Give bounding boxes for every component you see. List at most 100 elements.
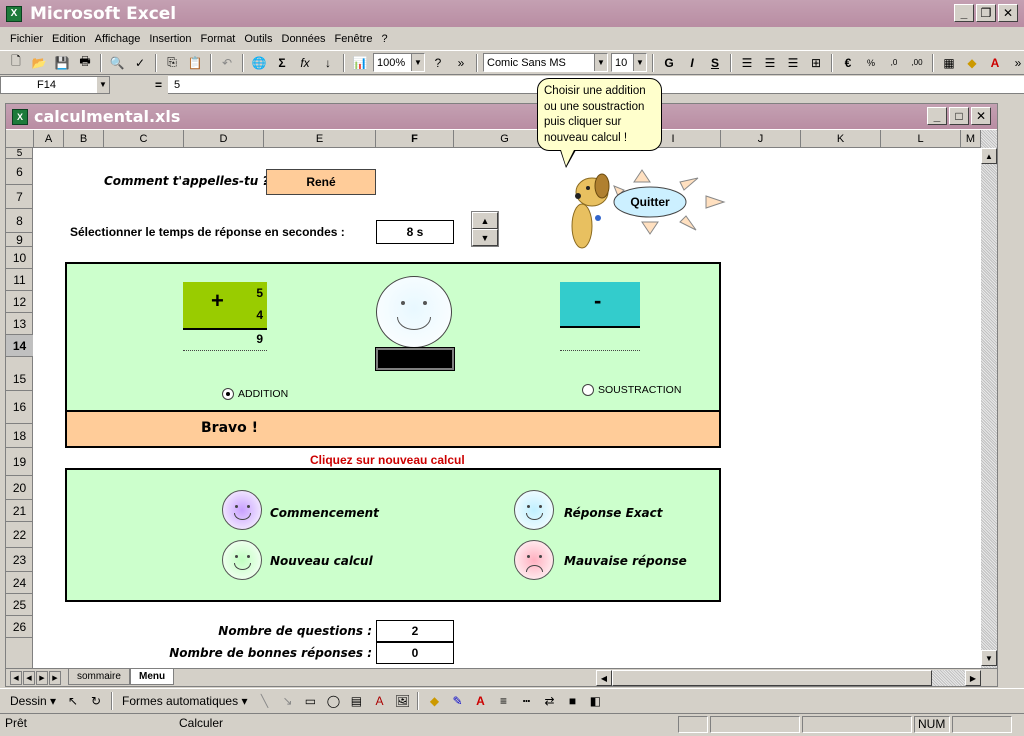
col-header-a[interactable]: A: [34, 130, 64, 148]
spin-up-icon[interactable]: ▲: [472, 212, 498, 229]
paste-icon[interactable]: 📋: [185, 53, 205, 73]
3d-icon[interactable]: ◧: [585, 691, 605, 711]
col-header-l[interactable]: L: [881, 130, 961, 148]
tab-sommaire[interactable]: sommaire: [68, 669, 130, 685]
row-header-15[interactable]: 15: [6, 357, 33, 391]
row-header-25[interactable]: 25: [6, 594, 33, 616]
sort-icon[interactable]: ↓: [318, 53, 338, 73]
row-header-12[interactable]: 12: [6, 291, 33, 313]
row-header-10[interactable]: 10: [6, 247, 33, 269]
wb-close-button[interactable]: ✕: [971, 107, 991, 125]
scroll-thumb[interactable]: [612, 670, 932, 686]
time-value-cell[interactable]: 8 s: [376, 220, 454, 244]
time-spinner[interactable]: ▲ ▼: [471, 211, 499, 247]
row-header-13[interactable]: 13: [6, 313, 33, 335]
vertical-scrollbar[interactable]: ▲ ▼: [981, 130, 997, 670]
select-all-corner[interactable]: [6, 130, 34, 148]
autosum-icon[interactable]: Σ: [272, 53, 292, 73]
menu-donnees[interactable]: Données: [282, 33, 326, 45]
minimize-button[interactable]: _: [954, 4, 974, 22]
row-header-16[interactable]: 16: [6, 391, 33, 424]
row-header-11[interactable]: 11: [6, 269, 33, 291]
sheet-grid[interactable]: Comment t'appelles-tu ? René Sélectionne…: [34, 148, 980, 668]
row-header-7[interactable]: 7: [6, 185, 33, 209]
row-header-5[interactable]: 5: [6, 148, 33, 159]
col-header-k[interactable]: K: [801, 130, 881, 148]
fill-icon[interactable]: ◆: [424, 691, 444, 711]
row-header-8[interactable]: 8: [6, 209, 33, 233]
merge-icon[interactable]: ⊞: [806, 53, 826, 73]
menu-outils[interactable]: Outils: [244, 33, 272, 45]
row-header-9[interactable]: 9: [6, 233, 33, 247]
name-box[interactable]: F14 ▼: [0, 75, 110, 94]
quit-label[interactable]: Quitter: [630, 195, 670, 209]
open-icon[interactable]: 📂: [29, 53, 49, 73]
autoshapes-menu[interactable]: Formes automatiques ▾: [118, 691, 251, 711]
spin-down-icon[interactable]: ▼: [472, 229, 498, 246]
arrow-style-icon[interactable]: ⇄: [539, 691, 559, 711]
first-sheet-icon[interactable]: ◀: [10, 671, 22, 685]
row-header-26[interactable]: 26: [6, 616, 33, 638]
help-icon[interactable]: ?: [428, 53, 448, 73]
font-size-select[interactable]: 10 ▼: [611, 53, 647, 72]
chart-icon[interactable]: 📊: [350, 53, 370, 73]
scroll-up-icon[interactable]: ▲: [981, 148, 997, 164]
name-value-cell[interactable]: René: [266, 169, 376, 195]
menu-fenetre[interactable]: Fenêtre: [335, 33, 373, 45]
hyperlink-icon[interactable]: 🌐: [249, 53, 269, 73]
col-header-e[interactable]: E: [264, 130, 376, 148]
oval-icon[interactable]: ◯: [323, 691, 343, 711]
col-header-c[interactable]: C: [104, 130, 184, 148]
font-select[interactable]: Comic Sans MS ▼: [483, 53, 608, 72]
scroll-down-icon[interactable]: ▼: [981, 650, 997, 666]
function-icon[interactable]: fx: [295, 53, 315, 73]
font-color-icon[interactable]: A: [985, 53, 1005, 73]
percent-icon[interactable]: %: [861, 53, 881, 73]
copy-icon[interactable]: ⎘: [162, 53, 182, 73]
radio-subtraction[interactable]: [582, 384, 594, 396]
line-style-icon[interactable]: ≡: [493, 691, 513, 711]
row-header-14[interactable]: 14: [6, 335, 33, 357]
align-center-icon[interactable]: ☰: [760, 53, 780, 73]
col-header-b[interactable]: B: [64, 130, 104, 148]
row-header-19[interactable]: 19: [6, 448, 33, 476]
align-left-icon[interactable]: ☰: [737, 53, 757, 73]
bold-button[interactable]: G: [659, 53, 679, 73]
restore-button[interactable]: ❐: [976, 4, 996, 22]
row-header-18[interactable]: 18: [6, 424, 33, 448]
undo-icon[interactable]: ↶: [217, 53, 237, 73]
fill-color-icon[interactable]: ◆: [962, 53, 982, 73]
wordart-icon[interactable]: A: [369, 691, 389, 711]
borders-icon[interactable]: ▦: [939, 53, 959, 73]
scroll-right-icon[interactable]: ▶: [965, 670, 981, 686]
last-sheet-icon[interactable]: ▶: [49, 671, 61, 685]
dash-style-icon[interactable]: ┅: [516, 691, 536, 711]
more-icon-2[interactable]: »: [1008, 53, 1024, 73]
next-sheet-icon[interactable]: ▶: [36, 671, 48, 685]
menu-help[interactable]: ?: [381, 33, 387, 45]
line-icon[interactable]: ╲: [254, 691, 274, 711]
textbox-icon[interactable]: ▤: [346, 691, 366, 711]
more-icon[interactable]: »: [451, 53, 471, 73]
text-color-icon[interactable]: A: [470, 691, 490, 711]
rectangle-icon[interactable]: ▭: [300, 691, 320, 711]
row-header-6[interactable]: 6: [6, 159, 33, 185]
horizontal-scrollbar[interactable]: ◀ ▶: [596, 670, 981, 686]
formula-input[interactable]: 5: [168, 79, 180, 91]
underline-button[interactable]: S: [705, 53, 725, 73]
col-header-f[interactable]: F: [376, 130, 454, 148]
line-color-icon[interactable]: ✎: [447, 691, 467, 711]
menu-format[interactable]: Format: [201, 33, 236, 45]
print-icon[interactable]: 🖶: [75, 53, 95, 73]
menu-fichier[interactable]: Fichier: [10, 33, 43, 45]
shadow-icon[interactable]: ■: [562, 691, 582, 711]
new-icon[interactable]: 🗋: [6, 53, 26, 73]
save-icon[interactable]: 💾: [52, 53, 72, 73]
draw-menu[interactable]: Dessin ▾: [6, 691, 60, 711]
close-button[interactable]: ✕: [998, 4, 1018, 22]
euro-icon[interactable]: €: [838, 53, 858, 73]
preview-icon[interactable]: 🔍: [107, 53, 127, 73]
row-header-20[interactable]: 20: [6, 476, 33, 500]
zoom-select[interactable]: 100% ▼: [373, 53, 425, 72]
decrease-decimal-icon[interactable]: ,00: [907, 53, 927, 73]
